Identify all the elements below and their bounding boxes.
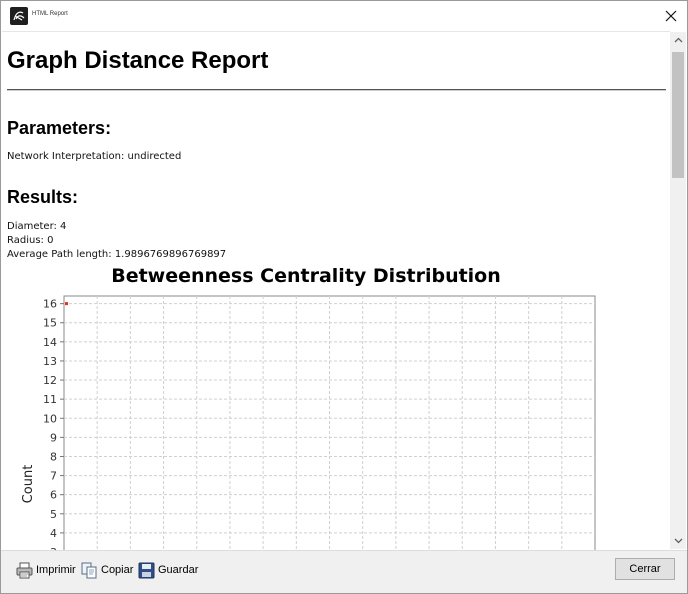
scroll-down-button[interactable] — [670, 533, 686, 549]
y-tick-label: 12 — [43, 374, 57, 387]
report-title: Graph Distance Report — [7, 47, 269, 74]
avg-path-length-text: Average Path length: 1.9896769896769897 — [7, 249, 227, 260]
radius-text: Radius: 0 — [7, 235, 54, 246]
copy-label: Copiar — [101, 564, 134, 576]
betweenness-chart: Betweenness Centrality Distribution34567… — [21, 265, 596, 550]
chevron-up-icon — [674, 37, 682, 43]
close-icon — [665, 10, 677, 22]
window-title: HTML Report — [32, 11, 68, 17]
footer-bar: Imprimir Copiar Guardar Cerrar — [1, 550, 687, 593]
diameter-text: Diameter: 4 — [7, 221, 67, 232]
print-label: Imprimir — [36, 564, 76, 576]
chart-title: Betweenness Centrality Distribution — [111, 265, 501, 287]
copy-button[interactable]: Copiar — [81, 560, 133, 580]
y-tick-label: 5 — [50, 508, 57, 521]
save-label: Guardar — [158, 564, 199, 576]
print-button[interactable]: Imprimir — [16, 560, 76, 580]
vertical-scrollbar[interactable] — [670, 32, 686, 549]
scroll-up-button[interactable] — [670, 32, 686, 48]
y-tick-label: 10 — [43, 412, 57, 425]
y-tick-label: 16 — [43, 298, 57, 311]
y-tick-label: 6 — [50, 489, 57, 502]
close-button[interactable]: Cerrar — [615, 558, 675, 580]
data-point — [65, 302, 68, 306]
network-interpretation-text: Network Interpretation: undirected — [7, 151, 182, 162]
y-tick-label: 4 — [50, 527, 57, 540]
results-heading: Results: — [7, 187, 79, 207]
report-content[interactable]: Graph Distance Report Parameters: Networ… — [2, 31, 670, 550]
y-tick-label: 8 — [50, 450, 57, 463]
report-window: HTML Report Graph Distance Report Parame… — [0, 0, 688, 594]
y-tick-label: 13 — [43, 355, 57, 368]
window-close-button[interactable] — [655, 1, 687, 31]
y-tick-label: 14 — [43, 336, 57, 349]
chevron-down-icon — [674, 538, 682, 544]
title-bar: HTML Report — [1, 1, 687, 31]
y-tick-label: 15 — [43, 317, 57, 330]
app-logo-icon — [10, 7, 28, 25]
title-divider — [7, 89, 666, 91]
y-tick-label: 11 — [43, 393, 57, 406]
copy-icon — [81, 562, 97, 578]
y-axis-label: Count — [21, 465, 36, 504]
scroll-thumb[interactable] — [672, 52, 684, 178]
y-tick-label: 9 — [50, 431, 57, 444]
parameters-heading: Parameters: — [7, 118, 112, 138]
printer-icon — [16, 562, 33, 578]
y-tick-label: 7 — [50, 470, 57, 483]
save-button[interactable]: Guardar — [138, 560, 198, 580]
floppy-disk-icon — [138, 562, 155, 578]
